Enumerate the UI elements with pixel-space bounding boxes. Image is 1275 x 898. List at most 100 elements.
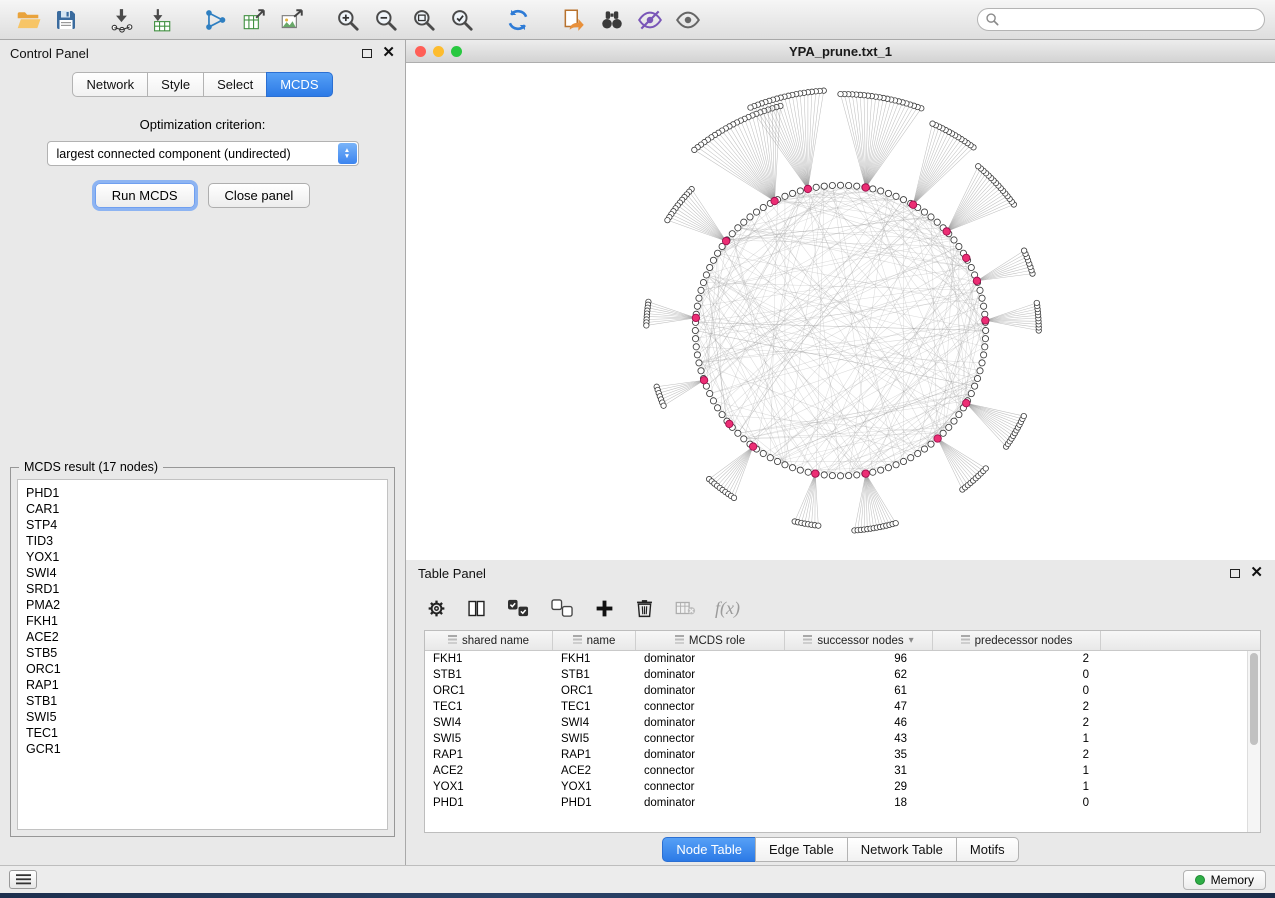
cell-mcds-role[interactable]: connector: [636, 733, 785, 745]
column-header-name[interactable]: name: [553, 631, 636, 650]
cell-name[interactable]: TEC1: [553, 701, 636, 713]
float-table-panel-icon[interactable]: [1230, 569, 1240, 578]
cell-successor-nodes[interactable]: 29: [785, 781, 933, 793]
add-row-button[interactable]: [594, 598, 615, 619]
cell-name[interactable]: STB1: [553, 669, 636, 681]
cell-shared-name[interactable]: ACE2: [425, 765, 553, 777]
mcds-result-item[interactable]: RAP1: [18, 677, 387, 693]
show-hide-button[interactable]: [670, 4, 706, 36]
run-mcds-button[interactable]: Run MCDS: [95, 183, 195, 208]
tab-node-table[interactable]: Node Table: [662, 837, 755, 862]
cell-predecessor-nodes[interactable]: 2: [933, 749, 1101, 761]
import-table-button[interactable]: [142, 4, 178, 36]
table-settings-button[interactable]: [426, 598, 447, 619]
column-header-shared-name[interactable]: shared name: [425, 631, 553, 650]
table-row[interactable]: SWI5SWI5connector431: [425, 731, 1247, 747]
cell-mcds-role[interactable]: connector: [636, 701, 785, 713]
panel-menu-button[interactable]: [9, 870, 37, 889]
share-document-button[interactable]: [556, 4, 592, 36]
cell-predecessor-nodes[interactable]: 1: [933, 781, 1101, 793]
tab-network-table[interactable]: Network Table: [847, 837, 956, 862]
table-row[interactable]: FKH1FKH1dominator962: [425, 651, 1247, 667]
zoom-selected-button[interactable]: [444, 4, 480, 36]
mcds-result-item[interactable]: ACE2: [18, 629, 387, 645]
select-all-button[interactable]: [506, 598, 531, 619]
search-network-button[interactable]: [594, 4, 630, 36]
mcds-result-item[interactable]: STB1: [18, 693, 387, 709]
cell-mcds-role[interactable]: connector: [636, 765, 785, 777]
cell-successor-nodes[interactable]: 18: [785, 797, 933, 809]
cell-predecessor-nodes[interactable]: 0: [933, 797, 1101, 809]
mcds-result-item[interactable]: STP4: [18, 517, 387, 533]
filter-view-button[interactable]: [632, 4, 668, 36]
show-columns-button[interactable]: [466, 598, 487, 619]
cell-name[interactable]: SWI5: [553, 733, 636, 745]
mcds-result-list[interactable]: PHD1CAR1STP4TID3YOX1SWI4SRD1PMA2FKH1ACE2…: [17, 479, 388, 830]
column-header-mcds-role[interactable]: MCDS role: [636, 631, 785, 650]
search-input[interactable]: [977, 8, 1265, 31]
cell-name[interactable]: PHD1: [553, 797, 636, 809]
mcds-result-item[interactable]: YOX1: [18, 549, 387, 565]
deselect-all-button[interactable]: [550, 598, 575, 619]
cell-name[interactable]: SWI4: [553, 717, 636, 729]
cell-name[interactable]: FKH1: [553, 653, 636, 665]
table-row[interactable]: RAP1RAP1dominator352: [425, 747, 1247, 763]
cell-shared-name[interactable]: FKH1: [425, 653, 553, 665]
cell-mcds-role[interactable]: connector: [636, 781, 785, 793]
cell-shared-name[interactable]: ORC1: [425, 685, 553, 697]
zoom-out-button[interactable]: [368, 4, 404, 36]
cell-shared-name[interactable]: PHD1: [425, 797, 553, 809]
tab-network[interactable]: Network: [72, 72, 147, 97]
cell-predecessor-nodes[interactable]: 2: [933, 653, 1101, 665]
zoom-fit-button[interactable]: [406, 4, 442, 36]
cell-successor-nodes[interactable]: 31: [785, 765, 933, 777]
tab-select[interactable]: Select: [203, 72, 266, 97]
mcds-result-item[interactable]: SRD1: [18, 581, 387, 597]
open-session-button[interactable]: [10, 4, 46, 36]
cell-mcds-role[interactable]: dominator: [636, 717, 785, 729]
scrollbar-thumb[interactable]: [1250, 653, 1258, 745]
cell-mcds-role[interactable]: dominator: [636, 685, 785, 697]
mcds-result-item[interactable]: TID3: [18, 533, 387, 549]
table-row[interactable]: YOX1YOX1connector291: [425, 779, 1247, 795]
mcds-result-item[interactable]: ORC1: [18, 661, 387, 677]
delete-row-button[interactable]: [634, 598, 655, 619]
cell-shared-name[interactable]: TEC1: [425, 701, 553, 713]
mcds-result-item[interactable]: FKH1: [18, 613, 387, 629]
cell-successor-nodes[interactable]: 47: [785, 701, 933, 713]
close-panel-button[interactable]: Close panel: [208, 183, 311, 208]
cell-successor-nodes[interactable]: 46: [785, 717, 933, 729]
tab-mcds[interactable]: MCDS: [266, 72, 332, 97]
cell-predecessor-nodes[interactable]: 0: [933, 669, 1101, 681]
cell-successor-nodes[interactable]: 62: [785, 669, 933, 681]
cell-name[interactable]: YOX1: [553, 781, 636, 793]
cell-shared-name[interactable]: STB1: [425, 669, 553, 681]
cell-predecessor-nodes[interactable]: 2: [933, 701, 1101, 713]
mcds-result-item[interactable]: PMA2: [18, 597, 387, 613]
refresh-view-button[interactable]: [500, 4, 536, 36]
table-row[interactable]: ACE2ACE2connector311: [425, 763, 1247, 779]
cell-shared-name[interactable]: RAP1: [425, 749, 553, 761]
table-row[interactable]: SWI4SWI4dominator462: [425, 715, 1247, 731]
delete-table-button[interactable]: [674, 597, 696, 619]
tab-edge-table[interactable]: Edge Table: [755, 837, 847, 862]
column-header-successor-nodes[interactable]: successor nodes▾: [785, 631, 933, 650]
cell-predecessor-nodes[interactable]: 0: [933, 685, 1101, 697]
cell-name[interactable]: ORC1: [553, 685, 636, 697]
cell-successor-nodes[interactable]: 96: [785, 653, 933, 665]
close-window-icon[interactable]: [415, 46, 426, 57]
mcds-result-item[interactable]: STB5: [18, 645, 387, 661]
memory-button[interactable]: Memory: [1183, 870, 1266, 890]
cell-successor-nodes[interactable]: 43: [785, 733, 933, 745]
cell-mcds-role[interactable]: dominator: [636, 797, 785, 809]
zoom-in-button[interactable]: [330, 4, 366, 36]
export-table-button[interactable]: [236, 4, 272, 36]
mcds-result-item[interactable]: GCR1: [18, 741, 387, 757]
function-builder-button[interactable]: f(x): [715, 598, 740, 619]
table-row[interactable]: TEC1TEC1connector472: [425, 699, 1247, 715]
mcds-result-item[interactable]: SWI5: [18, 709, 387, 725]
cell-shared-name[interactable]: SWI4: [425, 717, 553, 729]
float-panel-icon[interactable]: [362, 49, 372, 58]
table-row[interactable]: ORC1ORC1dominator610: [425, 683, 1247, 699]
save-session-button[interactable]: [48, 4, 84, 36]
